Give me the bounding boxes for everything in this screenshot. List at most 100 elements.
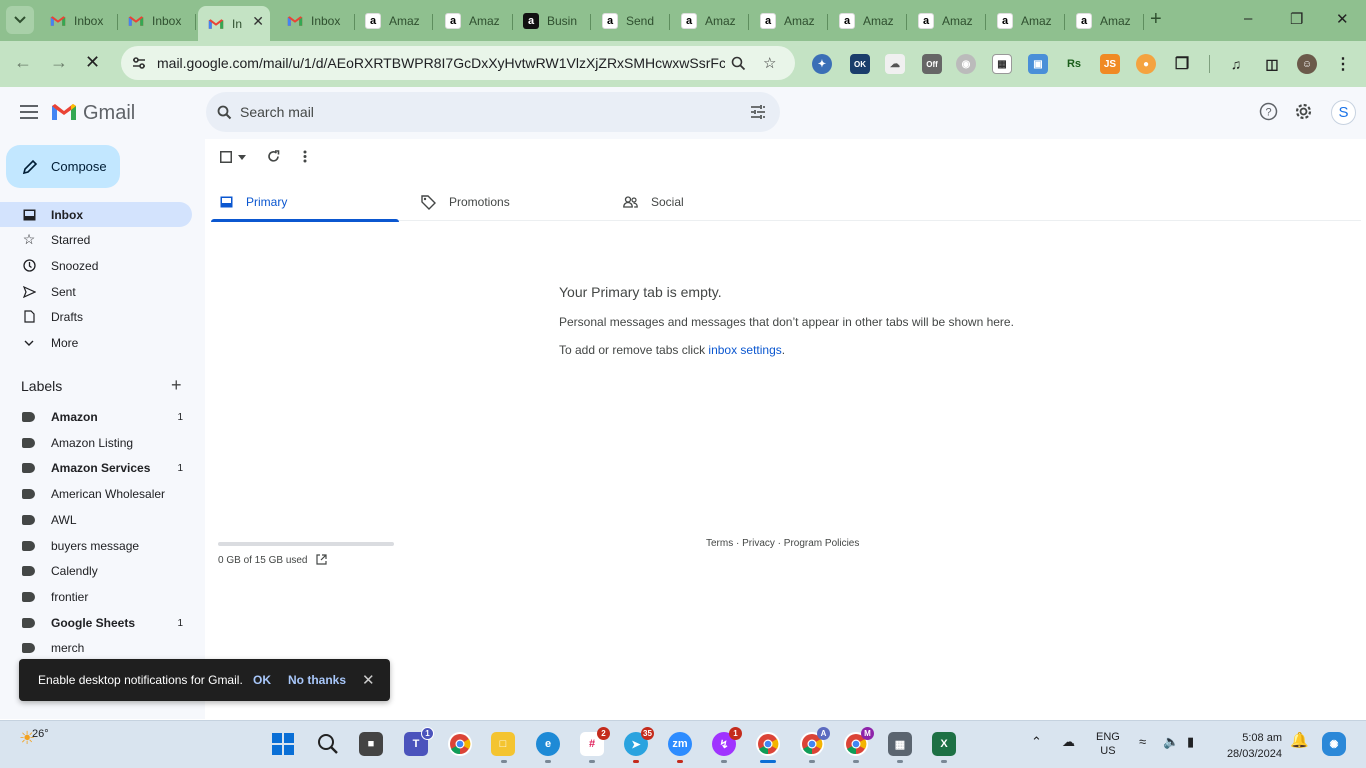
browser-tab[interactable]: a Amaz	[355, 6, 433, 36]
stop-loading-button[interactable]: ✕	[85, 52, 100, 73]
sidebar-label-item[interactable]: Google Sheets 1	[0, 612, 192, 634]
task-view-icon[interactable]: ■	[359, 732, 383, 756]
close-icon[interactable]: ✕	[362, 671, 375, 689]
footer-links[interactable]: Terms · Privacy · Program Policies	[706, 538, 859, 549]
sidebar-label-item[interactable]: AWL	[0, 509, 192, 531]
account-avatar[interactable]: S	[1331, 100, 1356, 125]
extension-off-icon[interactable]: Off	[922, 54, 942, 74]
sidebar-item-sent[interactable]: Sent	[0, 279, 192, 304]
search-bar[interactable]	[206, 92, 780, 132]
system-clock[interactable]: 5:08 am 28/03/2024	[1220, 730, 1282, 762]
wifi-icon[interactable]: ≈	[1139, 735, 1146, 749]
browser-tab[interactable]: a Amaz	[1066, 6, 1144, 36]
compose-button[interactable]: Compose	[6, 145, 120, 188]
taskbar-search-icon[interactable]	[316, 732, 340, 756]
sidebar-label-item[interactable]: merch	[0, 637, 192, 659]
back-button[interactable]: ←	[14, 52, 32, 73]
restore-icon[interactable]: ❐	[1290, 10, 1303, 28]
browser-tab[interactable]: a Amaz	[829, 6, 907, 36]
language-indicator[interactable]: ENG US	[1096, 730, 1120, 758]
teams-icon[interactable]: T1	[404, 727, 434, 756]
extension-js-icon[interactable]: JS	[1100, 54, 1120, 74]
excel-icon[interactable]: X	[932, 732, 956, 756]
telegram-icon[interactable]: ➤ 35	[624, 727, 654, 756]
browser-tab[interactable]: Inbox	[118, 6, 196, 36]
browser-tab[interactable]: a Amaz	[671, 6, 749, 36]
media-control-icon[interactable]: ♫	[1226, 54, 1246, 74]
browser-tab[interactable]: a Amaz	[435, 6, 513, 36]
browser-tab[interactable]: Inbox	[40, 6, 118, 36]
sidebar-label-item[interactable]: buyers message	[0, 535, 192, 557]
windows-start-icon[interactable]	[271, 732, 295, 756]
sidebar-item-snoozed[interactable]: Snoozed	[0, 253, 192, 278]
profile-avatar-icon[interactable]: ☺	[1297, 54, 1317, 74]
search-input[interactable]	[240, 92, 740, 132]
extension-ok-icon[interactable]: OK	[850, 54, 870, 74]
browser-tab[interactable]: Inbox	[277, 6, 355, 36]
chrome-profile-a-icon[interactable]: A	[800, 727, 830, 756]
sidebar-item-starred[interactable]: ☆ Starred	[0, 227, 192, 252]
tab-social[interactable]: Social	[623, 183, 813, 221]
messenger-icon[interactable]: ↯ 1	[712, 727, 742, 756]
notification-bell-icon[interactable]: 🔔	[1290, 733, 1309, 748]
sidebar-item-more[interactable]: More	[0, 330, 192, 355]
tab-promotions[interactable]: Promotions	[421, 183, 611, 221]
sidebar-label-item[interactable]: Calendly	[0, 560, 192, 582]
address-bar[interactable]: mail.google.com/mail/u/1/d/AEoRXRTBWPR8I…	[121, 46, 795, 80]
file-explorer-icon[interactable]: □	[491, 732, 515, 756]
search-icon[interactable]	[731, 56, 746, 71]
close-window-icon[interactable]: ✕	[1336, 10, 1349, 28]
chrome-profile-icon[interactable]	[756, 732, 780, 756]
show-hidden-icons-chevron-up-icon[interactable]: ⌃	[1031, 735, 1042, 749]
chrome-menu-icon[interactable]: ⋮	[1333, 54, 1353, 74]
extension-rs-icon[interactable]: Rs	[1064, 54, 1084, 74]
browser-tab[interactable]: a Amaz	[987, 6, 1065, 36]
browser-tab[interactable]: a Amaz	[908, 6, 986, 36]
slack-icon[interactable]: #2	[580, 727, 610, 756]
browser-tab[interactable]: a Amaz	[750, 6, 828, 36]
battery-icon[interactable]: ▮	[1187, 735, 1194, 749]
sidebar-item-inbox[interactable]: Inbox	[0, 202, 192, 227]
snackbar-ok-button[interactable]: OK	[253, 673, 271, 687]
close-tab-icon[interactable]: ✕	[252, 13, 264, 30]
search-options-icon[interactable]	[750, 104, 766, 120]
browser-tab[interactable]: In ✕	[198, 6, 270, 41]
browser-tab[interactable]: a Busin	[513, 6, 591, 36]
inbox-settings-link[interactable]: inbox settings	[708, 343, 781, 357]
side-panel-icon[interactable]: ◫	[1262, 54, 1282, 74]
search-icon[interactable]	[217, 105, 232, 120]
edge-icon[interactable]: e	[536, 732, 560, 756]
extension-cloud-icon[interactable]: ☁	[885, 54, 905, 74]
speaker-icon[interactable]: 🔈	[1163, 735, 1179, 749]
sidebar-label-item[interactable]: frontier	[0, 586, 192, 608]
browser-tab[interactable]: a Send	[592, 6, 670, 36]
external-link-icon[interactable]	[316, 554, 327, 565]
calculator-icon[interactable]: ▦	[888, 732, 912, 756]
select-options-caret-icon[interactable]	[238, 155, 246, 160]
extension-globe-icon[interactable]: ◉	[956, 54, 976, 74]
forward-button[interactable]: →	[50, 52, 68, 73]
sidebar-label-item[interactable]: American Wholesaler	[0, 483, 192, 505]
help-icon[interactable]: ?	[1259, 102, 1278, 121]
zoom-icon[interactable]: zm	[668, 732, 692, 756]
bookmark-star-icon[interactable]: ☆	[763, 54, 776, 72]
chrome-profile-m-icon[interactable]: M	[844, 727, 874, 756]
create-label-plus-icon[interactable]: +	[171, 375, 182, 396]
extension-qr-icon[interactable]: ▦	[992, 54, 1012, 74]
gmail-logo-icon[interactable]	[51, 102, 77, 122]
select-all-checkbox[interactable]	[220, 151, 232, 163]
extension-image-icon[interactable]: ▣	[1028, 54, 1048, 74]
extensions-puzzle-icon[interactable]: ❐	[1172, 54, 1192, 74]
new-tab-button[interactable]: +	[1150, 8, 1162, 31]
weather-widget[interactable]: ☀ 26°	[19, 728, 49, 749]
onedrive-cloud-icon[interactable]: ☁	[1062, 735, 1075, 749]
sidebar-label-item[interactable]: Amazon Services 1	[0, 457, 192, 479]
tab-primary[interactable]: Primary	[211, 183, 399, 222]
minimize-icon[interactable]: –	[1244, 10, 1252, 27]
sidebar-label-item[interactable]: Amazon Listing	[0, 432, 192, 454]
snackbar-no-thanks-button[interactable]: No thanks	[288, 673, 346, 687]
sidebar-label-item[interactable]: Amazon 1	[0, 406, 192, 428]
more-options-icon[interactable]	[303, 150, 307, 163]
main-menu-icon[interactable]	[20, 105, 38, 119]
site-info-icon[interactable]	[131, 55, 147, 71]
